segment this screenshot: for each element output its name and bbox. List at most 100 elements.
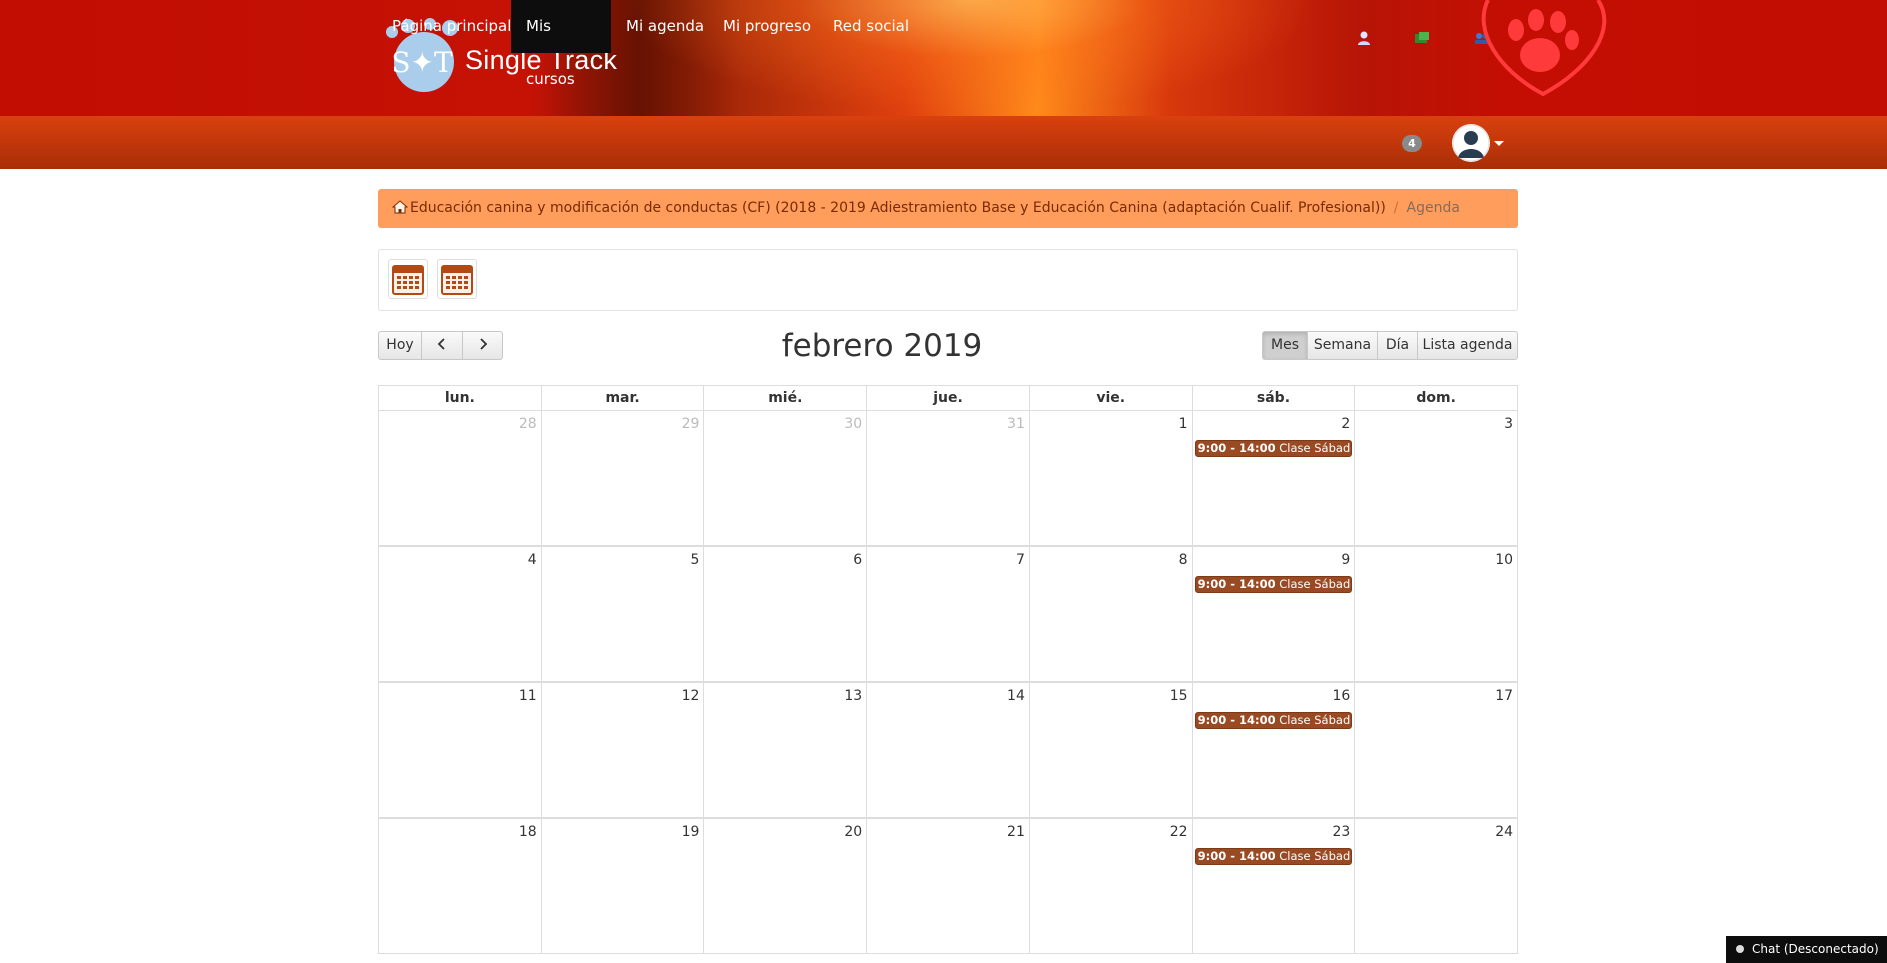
day-number: 14 bbox=[1007, 688, 1025, 704]
calendar-day-cell[interactable]: 31 bbox=[867, 411, 1030, 545]
nav-my-courses[interactable]: Mis cursos bbox=[511, 0, 611, 88]
calendar-day-cell[interactable]: 3 bbox=[1355, 411, 1517, 545]
chat-label: Chat (Desconectado) bbox=[1752, 942, 1879, 956]
next-month-button[interactable] bbox=[462, 331, 503, 360]
calendar-day-cell[interactable]: 14 bbox=[867, 683, 1030, 817]
calendar-day-cell[interactable]: 23 9:00 - 14:00 Clase Sábados bbox=[1193, 819, 1356, 953]
calendar-event[interactable]: 9:00 - 14:00 Clase Sábados bbox=[1194, 848, 1353, 865]
calendar-day-cell[interactable]: 19 bbox=[542, 819, 705, 953]
avatar-icon bbox=[1452, 124, 1490, 162]
calendar-day-cell[interactable]: 28 bbox=[379, 411, 542, 545]
breadcrumb-current: Agenda bbox=[1406, 200, 1460, 216]
messages-icon[interactable] bbox=[1414, 30, 1430, 46]
calendar-day-cell[interactable]: 1 bbox=[1030, 411, 1193, 545]
breadcrumb: Educación canina y modificación de condu… bbox=[378, 189, 1518, 228]
calendar-week-row: 11 12 13 14 15 16 9:00 - 14:00 Clase Sábados 17 bbox=[378, 682, 1518, 818]
nav-my-agenda[interactable]: Mi agenda bbox=[611, 0, 719, 53]
event-title: Clase Sábados bbox=[1279, 577, 1351, 591]
day-number: 15 bbox=[1169, 688, 1188, 704]
calendar-day-cell[interactable]: 29 bbox=[542, 411, 705, 545]
calendar-event[interactable]: 9:00 - 14:00 Clase Sábados bbox=[1194, 440, 1353, 457]
calendar-day-cell[interactable]: 11 bbox=[379, 683, 542, 817]
calendar-event[interactable]: 9:00 - 14:00 Clase Sábados bbox=[1194, 576, 1353, 593]
calendar-icon bbox=[441, 265, 473, 295]
breadcrumb-course-link[interactable]: Educación canina y modificación de condu… bbox=[410, 200, 1386, 216]
nav-home[interactable]: Página principal bbox=[377, 0, 526, 53]
calendar-day-cell[interactable]: 16 9:00 - 14:00 Clase Sábados bbox=[1193, 683, 1356, 817]
day-number: 24 bbox=[1495, 824, 1514, 840]
calendar-day-cell[interactable]: 17 bbox=[1355, 683, 1517, 817]
home-icon[interactable] bbox=[392, 200, 408, 214]
day-number: 16 bbox=[1332, 688, 1351, 704]
calendar-day-cell[interactable]: 5 bbox=[542, 547, 705, 681]
calendar-day-cell[interactable]: 21 bbox=[867, 819, 1030, 953]
calendar-day-cell[interactable]: 9 9:00 - 14:00 Clase Sábados bbox=[1193, 547, 1356, 681]
header-banner: S✦T Single Track bbox=[0, 0, 1887, 116]
event-time: 9:00 - 14:00 bbox=[1197, 713, 1276, 727]
calendar-title: febrero 2019 bbox=[781, 328, 983, 364]
breadcrumb-separator: / bbox=[1393, 200, 1399, 216]
day-number: 3 bbox=[1504, 416, 1514, 432]
event-title: Clase Sábados bbox=[1279, 713, 1351, 727]
day-number: 29 bbox=[681, 416, 700, 432]
user-avatar[interactable] bbox=[1452, 124, 1490, 162]
day-number: 30 bbox=[844, 416, 863, 432]
day-number: 10 bbox=[1495, 552, 1514, 568]
view-week-button[interactable]: Semana bbox=[1307, 331, 1378, 360]
month-calendar: lun. mar. mié. jue. vie. sáb. dom. 28 29 3… bbox=[378, 385, 1518, 954]
day-number: 28 bbox=[518, 416, 537, 432]
calendar-day-cell[interactable]: 10 bbox=[1355, 547, 1517, 681]
weekday-mon: lun. bbox=[379, 386, 542, 410]
event-title: Clase Sábados bbox=[1279, 441, 1351, 455]
day-number: 19 bbox=[681, 824, 700, 840]
day-number: 2 bbox=[1341, 416, 1351, 432]
view-list-button[interactable]: Lista agenda bbox=[1417, 331, 1518, 360]
agenda-toolbar bbox=[378, 249, 1518, 311]
nav-social-network[interactable]: Red social bbox=[818, 0, 924, 53]
prev-month-button[interactable] bbox=[421, 331, 463, 360]
view-day-button[interactable]: Día bbox=[1377, 331, 1418, 360]
calendar-day-cell[interactable]: 2 9:00 - 14:00 Clase Sábados bbox=[1193, 411, 1356, 545]
day-number: 9 bbox=[1341, 552, 1351, 568]
session-calendar-button[interactable] bbox=[437, 259, 477, 299]
calendar-day-cell[interactable]: 30 bbox=[704, 411, 868, 545]
day-number: 11 bbox=[518, 688, 537, 704]
day-number: 21 bbox=[1007, 824, 1025, 840]
calendar-day-cell[interactable]: 12 bbox=[542, 683, 705, 817]
event-title: Clase Sábados bbox=[1279, 849, 1351, 863]
calendar-day-cell[interactable]: 18 bbox=[379, 819, 542, 953]
calendar-day-cell[interactable]: 4 bbox=[379, 547, 542, 681]
event-time: 9:00 - 14:00 bbox=[1197, 577, 1276, 591]
day-number: 20 bbox=[844, 824, 863, 840]
day-number: 22 bbox=[1169, 824, 1188, 840]
user-profile-icon[interactable] bbox=[1356, 30, 1372, 46]
day-number: 8 bbox=[1178, 552, 1188, 568]
weekday-sun: dom. bbox=[1416, 390, 1456, 406]
notifications-badge[interactable]: 4 bbox=[1402, 135, 1422, 152]
user-menu-caret-icon[interactable] bbox=[1494, 141, 1504, 146]
nav-my-progress[interactable]: Mi progreso bbox=[708, 0, 826, 53]
calendar-day-cell[interactable]: 6 bbox=[704, 547, 868, 681]
view-month-button[interactable]: Mes bbox=[1262, 331, 1308, 360]
today-button[interactable]: Hoy bbox=[378, 331, 422, 360]
calendar-day-cell[interactable]: 20 bbox=[704, 819, 868, 953]
calendar-week-row: 4 5 6 7 8 9 9:00 - 14:00 Clase Sábados 10 bbox=[378, 546, 1518, 682]
calendar-day-cell[interactable]: 7 bbox=[867, 547, 1030, 681]
day-number: 23 bbox=[1332, 824, 1351, 840]
weekday-tue: mar. bbox=[542, 386, 705, 410]
calendar-day-cell[interactable]: 22 bbox=[1030, 819, 1193, 953]
main-navbar bbox=[0, 116, 1887, 169]
chevron-right-icon bbox=[479, 338, 487, 350]
calendar-event[interactable]: 9:00 - 14:00 Clase Sábados bbox=[1194, 712, 1353, 729]
paw-heart-logo-icon bbox=[1481, 0, 1607, 96]
weekday-wed: mié. bbox=[704, 386, 868, 410]
chat-toggle[interactable]: Chat (Desconectado) bbox=[1726, 936, 1887, 963]
day-number: 18 bbox=[518, 824, 537, 840]
add-event-button[interactable] bbox=[388, 259, 428, 299]
calendar-day-cell[interactable]: 13 bbox=[704, 683, 868, 817]
calendar-day-cell[interactable]: 24 bbox=[1355, 819, 1517, 953]
day-number: 5 bbox=[690, 552, 700, 568]
calendar-day-cell[interactable]: 8 bbox=[1030, 547, 1193, 681]
day-number: 7 bbox=[1015, 552, 1025, 568]
calendar-day-cell[interactable]: 15 bbox=[1030, 683, 1193, 817]
